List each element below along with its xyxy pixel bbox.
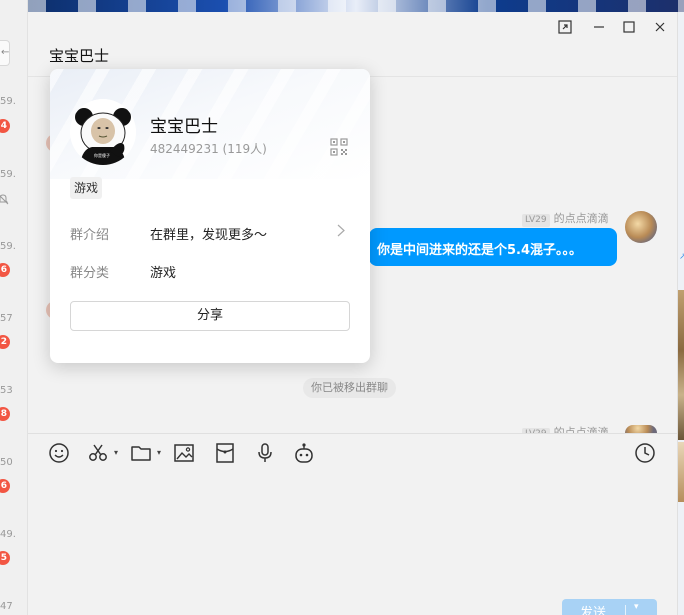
conversation-time: 50	[0, 457, 13, 468]
group-tag: 游戏	[70, 177, 103, 199]
group-info-card: 你是傻子 宝宝巴士 482449231 (119人) 游戏 群介绍 在群里，发现…	[50, 69, 370, 363]
group-avatar[interactable]: 你是傻子	[70, 99, 136, 165]
partial-image	[678, 290, 684, 440]
emoji-icon[interactable]	[48, 442, 70, 466]
sender-name[interactable]: 的点点滴滴	[554, 212, 609, 225]
history-clock-icon[interactable]	[634, 442, 656, 466]
maximize-icon[interactable]	[618, 17, 640, 37]
conversation-time: 53	[0, 385, 13, 396]
microphone-icon[interactable]	[254, 442, 276, 466]
message-sender-meta: LV29 的点点滴滴	[522, 210, 609, 227]
pin-window-icon[interactable]	[554, 17, 576, 37]
unread-badge: 6	[0, 263, 10, 277]
message-input-area[interactable]: ▾ ▾ 发送 ▾	[28, 433, 677, 615]
category-value: 游戏	[150, 266, 177, 281]
avatar-caption: 你是傻子	[94, 152, 110, 158]
minimize-icon[interactable]	[588, 17, 610, 37]
close-icon[interactable]	[649, 17, 671, 37]
unread-badge: 6	[0, 479, 10, 493]
image-icon[interactable]	[173, 442, 195, 466]
group-name: 宝宝巴士	[150, 117, 218, 137]
intro-label: 群介绍	[70, 228, 110, 243]
conversation-time: 47	[0, 601, 13, 612]
conversation-list-partial: ← 59. 4 59. 59. 6 57 2 53 8 50 6 49. 5 4…	[0, 0, 28, 615]
conversation-time: 59.	[0, 169, 16, 180]
chevron-down-icon[interactable]: ▾	[634, 602, 639, 612]
qr-code-icon[interactable]	[330, 138, 348, 156]
conversation-time: 59.	[0, 241, 16, 252]
user-avatar[interactable]	[625, 211, 657, 243]
chevron-right-icon[interactable]	[337, 224, 345, 241]
unread-badge: 5	[0, 551, 10, 565]
scissors-icon[interactable]	[87, 442, 109, 466]
folder-icon[interactable]	[130, 442, 152, 466]
collapse-back-button[interactable]: ←	[0, 40, 10, 66]
share-button[interactable]: 分享	[70, 301, 350, 331]
partial-image	[678, 442, 684, 502]
unread-badge: 4	[0, 119, 10, 133]
red-packet-icon[interactable]	[214, 442, 236, 466]
chat-title-bar: 宝宝巴士	[28, 12, 677, 77]
category-label: 群分类	[70, 266, 110, 281]
send-button[interactable]: 发送 ▾	[562, 599, 657, 615]
unread-badge: 8	[0, 407, 10, 421]
conversation-time: 57	[0, 313, 13, 324]
group-id: 482449231 (119人)	[150, 142, 267, 156]
partial-text: ↗	[679, 252, 684, 262]
system-notice: 你已被移出群聊	[303, 378, 396, 398]
message-bubble[interactable]: 你是中间进来的还是个5.4混子。。。	[369, 228, 617, 266]
level-tag: LV29	[522, 214, 550, 227]
chevron-down-icon[interactable]: ▾	[157, 448, 161, 457]
mute-bell-icon	[0, 194, 9, 205]
conversation-time: 49.	[0, 529, 16, 540]
chat-title[interactable]: 宝宝巴士	[49, 45, 109, 66]
user-avatar[interactable]	[625, 425, 657, 433]
robot-icon[interactable]	[293, 442, 315, 466]
send-divider	[625, 605, 626, 615]
intro-value[interactable]: 在群里，发现更多～	[150, 224, 267, 243]
right-panel-partial: ↗	[677, 12, 684, 615]
top-banner-image	[28, 0, 684, 12]
send-button-label: 发送	[580, 606, 607, 615]
chevron-down-icon[interactable]: ▾	[114, 448, 118, 457]
unread-badge: 2	[0, 335, 10, 349]
conversation-time: 59.	[0, 96, 16, 107]
